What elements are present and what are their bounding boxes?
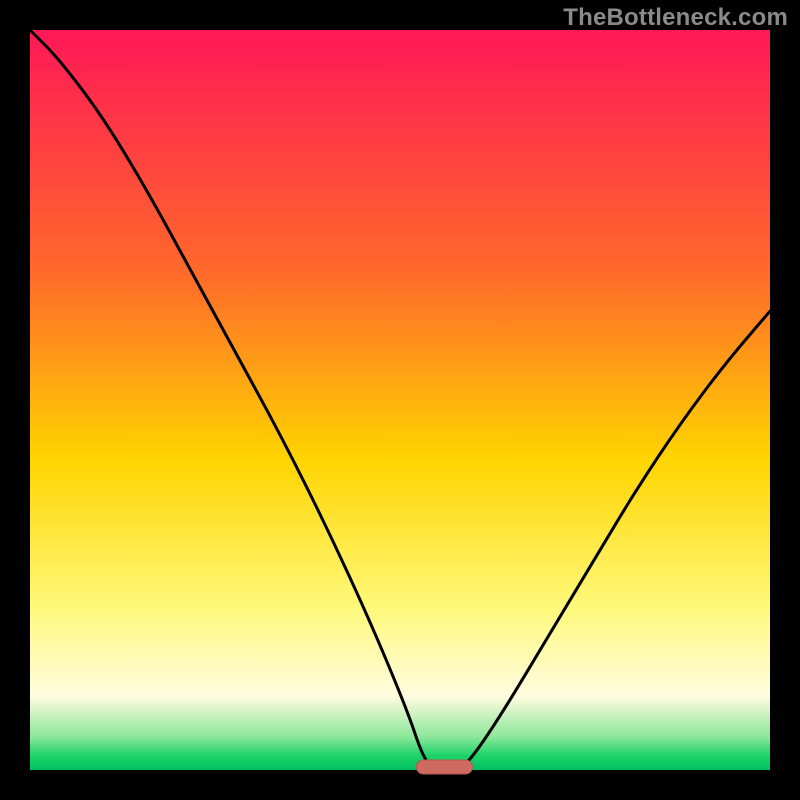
optimal-marker — [416, 760, 472, 774]
plot-background — [30, 30, 770, 770]
chart-stage: TheBottleneck.com — [0, 0, 800, 800]
watermark-label: TheBottleneck.com — [563, 4, 788, 32]
bottleneck-chart — [0, 0, 800, 800]
